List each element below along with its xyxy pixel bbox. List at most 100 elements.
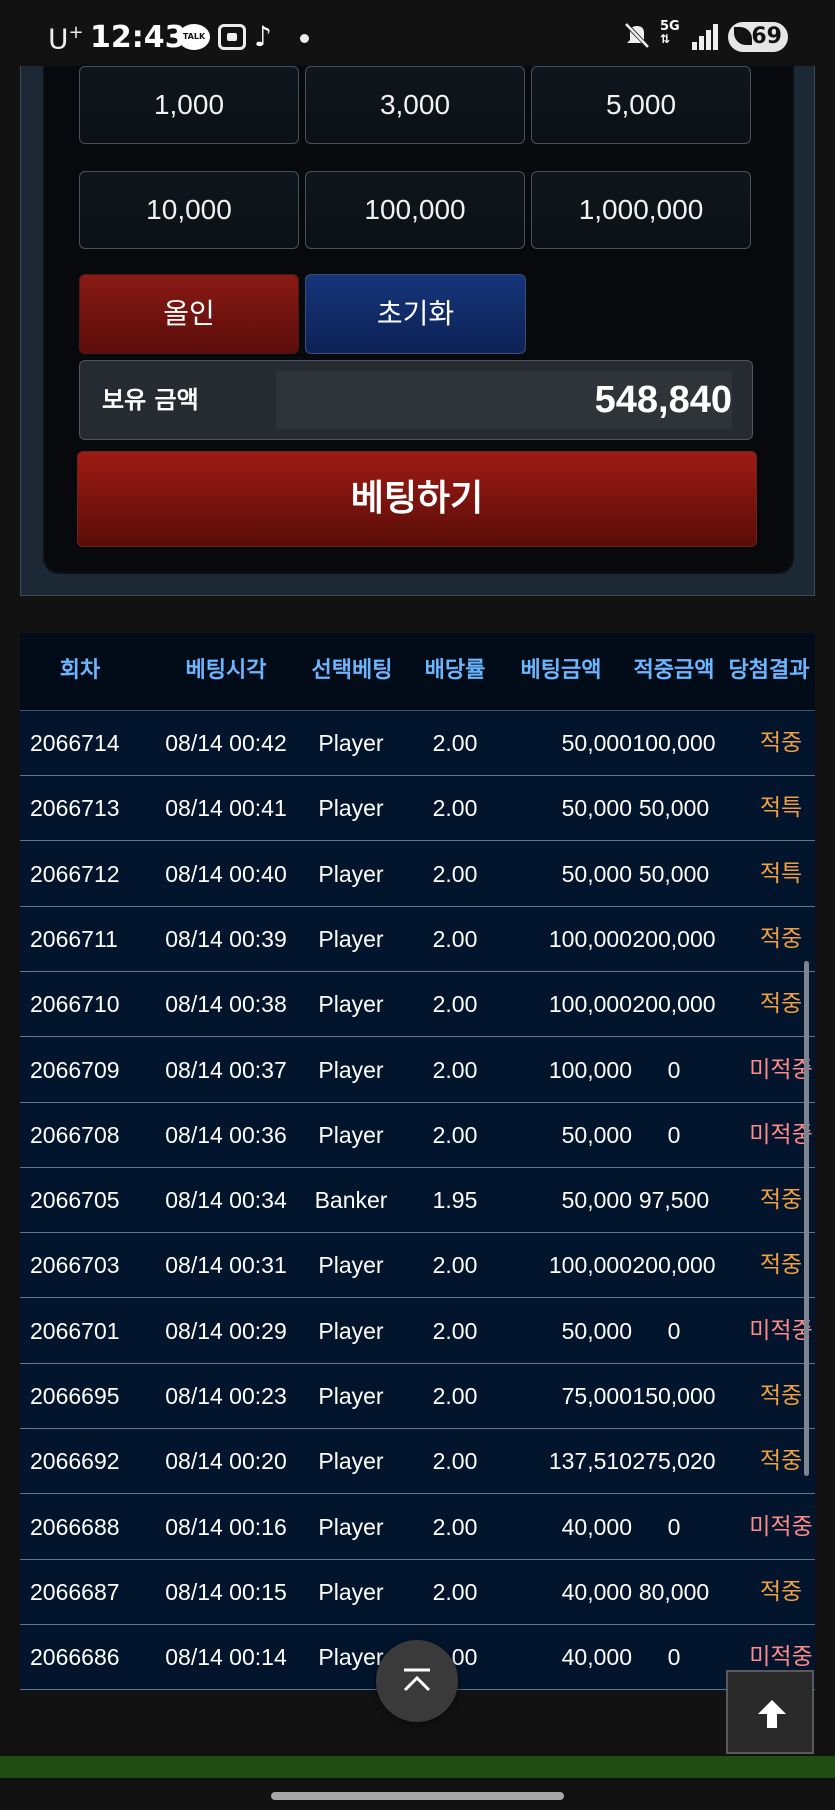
cell-result: 적중 bbox=[759, 1578, 803, 1605]
cell-pick: Player bbox=[318, 1448, 384, 1475]
cell-result: 적특 bbox=[759, 795, 803, 822]
mute-icon bbox=[622, 20, 652, 50]
cell-pick: Player bbox=[318, 795, 384, 822]
signal-icon bbox=[692, 24, 720, 50]
table-row: 2066692 08/14 00:20 Player 2.00 137,510 275,0… bbox=[20, 1429, 815, 1495]
table-row: 2066714 08/14 00:42 Player 2.00 50,000 100,00… bbox=[20, 711, 815, 776]
chip-10000-button[interactable]: 10,000 bbox=[79, 171, 299, 249]
cell-result: 적특 bbox=[759, 860, 803, 887]
cell-round: 2066708 bbox=[30, 1121, 120, 1148]
chip-100000-button[interactable]: 100,000 bbox=[305, 171, 525, 249]
cell-round: 2066705 bbox=[30, 1187, 120, 1214]
header-result: 당첨결과 bbox=[728, 658, 810, 683]
cell-pick: Player bbox=[318, 1121, 384, 1148]
header-round: 회차 bbox=[59, 658, 101, 683]
cell-result: 적중 bbox=[759, 925, 803, 952]
cell-pick: Banker bbox=[314, 1187, 388, 1214]
chip-5000-button[interactable]: 5,000 bbox=[531, 66, 751, 144]
table-row: 2066703 08/14 00:31 Player 2.00 100,000 200,0… bbox=[20, 1233, 815, 1299]
cell-round: 2066695 bbox=[30, 1383, 120, 1409]
table-row: 2066688 08/14 00:16 Player 2.00 40,000 0 미적중 bbox=[20, 1494, 815, 1560]
cell-round: 2066687 bbox=[30, 1578, 120, 1605]
cell-result: 적중 bbox=[759, 1448, 803, 1475]
cell-result: 미적중 bbox=[749, 1121, 813, 1148]
cell-round: 2066713 bbox=[30, 795, 120, 822]
table-row: 2066713 08/14 00:41 Player 2.00 50,000 50,000… bbox=[20, 776, 815, 842]
cell-time: 08/14 00:15 bbox=[165, 1578, 287, 1605]
battery-level: 69 bbox=[751, 24, 782, 49]
cell-round: 2066712 bbox=[30, 860, 120, 887]
table-row: 2066712 08/14 00:40 Player 2.00 50,000 50,000… bbox=[20, 841, 815, 907]
cell-pick: Player bbox=[318, 1317, 384, 1344]
cell-pick: Player bbox=[318, 991, 384, 1018]
cell-round: 2066692 bbox=[30, 1448, 120, 1475]
cell-time: 08/14 00:41 bbox=[165, 795, 287, 822]
cell-pick: Player bbox=[318, 1383, 384, 1409]
table-row: 2066708 08/14 00:36 Player 2.00 50,000 0 미적중 bbox=[20, 1102, 815, 1168]
tiktok-icon: ♪ bbox=[254, 20, 272, 53]
cell-result: 적중 bbox=[759, 991, 803, 1018]
cell-pick: Player bbox=[318, 860, 384, 887]
cell-round: 2066703 bbox=[30, 1252, 120, 1279]
table-row: 2066695 08/14 00:23 Player 2.00 75,000 150,00… bbox=[20, 1364, 815, 1429]
cell-result: 적중 bbox=[759, 730, 803, 756]
cell-round: 2066711 bbox=[30, 925, 118, 952]
cell-time: 08/14 00:38 bbox=[165, 991, 287, 1018]
leaf-icon bbox=[734, 27, 752, 45]
chip-1000-button[interactable]: 1,000 bbox=[79, 66, 299, 144]
battery-icon: 69 bbox=[728, 22, 788, 52]
cell-round: 2066686 bbox=[30, 1644, 120, 1671]
cell-result: 적중 bbox=[759, 1187, 803, 1214]
cell-result: 미적중 bbox=[749, 1317, 813, 1344]
table-row: 2066687 08/14 00:15 Player 2.00 40,000 80,000… bbox=[20, 1559, 815, 1625]
table-row: 2066705 08/14 00:34 Banker 1.95 50,000 97,500… bbox=[20, 1168, 815, 1234]
balance-row: 보유 금액 548,840 bbox=[79, 360, 753, 440]
status-bar: U+ 12:43 TALK ♪ 5G ⇅ 69 bbox=[0, 0, 835, 66]
cell-result: 미적중 bbox=[749, 1513, 813, 1540]
cell-pick: Player bbox=[318, 1056, 384, 1083]
cell-time: 08/14 00:34 bbox=[165, 1187, 287, 1214]
carrier-label: U+ bbox=[48, 22, 84, 56]
balance-value: 548,840 bbox=[276, 371, 732, 429]
5g-icon: 5G ⇅ bbox=[660, 19, 680, 46]
reset-button[interactable]: 초기화 bbox=[305, 274, 526, 354]
place-bet-button[interactable]: 베팅하기 bbox=[77, 451, 757, 547]
scan-icon bbox=[218, 24, 246, 50]
table-row: 2066701 08/14 00:29 Player 2.00 50,000 0 미적중 bbox=[20, 1298, 815, 1364]
cell-round: 2066709 bbox=[30, 1056, 120, 1083]
cell-pick: Player bbox=[318, 925, 384, 952]
home-gesture-handle[interactable] bbox=[271, 1792, 564, 1800]
table-header: 회차 베팅시각 선택베팅 배당률 베팅금액 적중금액 당첨결과 bbox=[20, 633, 815, 711]
chip-1000000-button[interactable]: 1,000,000 bbox=[531, 171, 751, 249]
scrollbar[interactable] bbox=[804, 961, 809, 1476]
scroll-top-button[interactable] bbox=[376, 1640, 458, 1722]
balance-label: 보유 금액 bbox=[102, 386, 199, 414]
table-row: 2066711 08/14 00:39 Player 2.00 100,000 200,0… bbox=[20, 906, 815, 972]
cell-pick: Player bbox=[318, 1252, 384, 1279]
bet-history-table[interactable]: 회차 베팅시각 선택베팅 배당률 베팅금액 적중금액 당첨결과 2066714 0… bbox=[20, 633, 815, 1691]
cell-pick: Player bbox=[318, 1578, 384, 1605]
table-row: 2066710 08/14 00:38 Player 2.00 100,000 200,0… bbox=[20, 972, 815, 1038]
dot-icon bbox=[300, 34, 309, 43]
cell-round: 2066701 bbox=[30, 1317, 120, 1344]
chip-3000-button[interactable]: 3,000 bbox=[305, 66, 525, 144]
cell-time: 08/14 00:40 bbox=[165, 860, 287, 887]
arrow-up-icon bbox=[758, 1700, 786, 1728]
cell-time: 08/14 00:29 bbox=[165, 1317, 287, 1344]
cell-time: 08/14 00:42 bbox=[165, 730, 287, 756]
cell-time: 08/14 00:39 bbox=[165, 925, 287, 952]
clock: 12:43 bbox=[90, 20, 186, 55]
cell-result: 적중 bbox=[759, 1252, 803, 1279]
header-pick: 선택베팅 bbox=[311, 658, 393, 683]
cell-time: 08/14 00:16 bbox=[165, 1513, 287, 1540]
cell-time: 08/14 00:14 bbox=[165, 1644, 287, 1671]
cell-round: 2066714 bbox=[30, 730, 120, 756]
all-in-button[interactable]: 올인 bbox=[79, 274, 299, 354]
cell-round: 2066710 bbox=[30, 991, 120, 1018]
cell-time: 08/14 00:20 bbox=[165, 1448, 287, 1475]
back-to-top-button[interactable] bbox=[726, 1670, 814, 1754]
header-time: 베팅시각 bbox=[185, 658, 267, 683]
table-row: 2066709 08/14 00:37 Player 2.00 100,000 0 미적중 bbox=[20, 1037, 815, 1103]
double-chevron-up-icon bbox=[403, 1668, 431, 1692]
cell-time: 08/14 00:23 bbox=[165, 1383, 287, 1409]
